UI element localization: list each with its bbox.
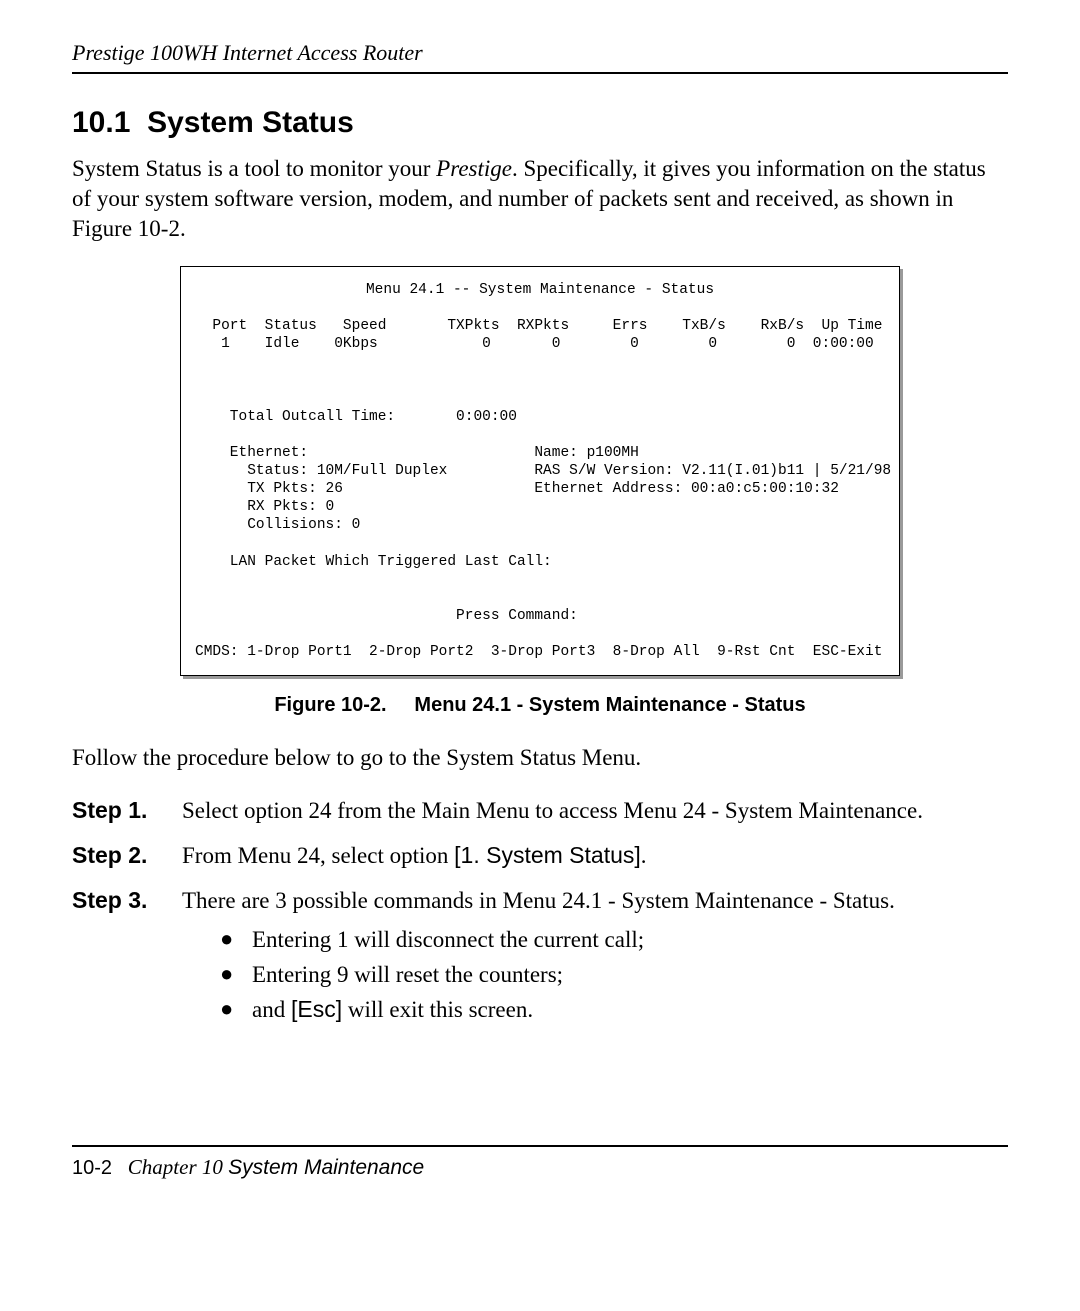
step-2: Step 2. From Menu 24, select option [1. … bbox=[72, 840, 1008, 871]
running-header: Prestige 100WH Internet Access Router bbox=[72, 40, 1008, 66]
key-label: [Esc] bbox=[291, 996, 342, 1022]
section-title: System Status bbox=[147, 106, 354, 139]
footer: 10-2 Chapter 10 System Maintenance bbox=[72, 1155, 1008, 1180]
step-label: Step 1. bbox=[72, 795, 182, 826]
figure-title: Menu 24.1 - System Maintenance - Status bbox=[414, 694, 805, 716]
figure-caption: Figure 10-2. Menu 24.1 - System Maintena… bbox=[72, 694, 1008, 717]
page-number: 10-2 bbox=[72, 1157, 112, 1179]
page: Prestige 100WH Internet Access Router 10… bbox=[0, 0, 1080, 1311]
chapter-title: System Maintenance bbox=[228, 1156, 424, 1179]
bullet-item: Entering 9 will reset the counters; bbox=[202, 959, 1008, 990]
step-body: From Menu 24, select option [1. System S… bbox=[182, 840, 1008, 871]
step-3-bullets: Entering 1 will disconnect the current c… bbox=[202, 924, 1008, 1025]
section-heading: 10.1 System Status bbox=[72, 106, 1008, 140]
terminal-columns: Port Status Speed TXPkts RXPkts Errs TxB… bbox=[195, 318, 882, 334]
step-label: Step 3. bbox=[72, 885, 182, 916]
terminal-eth-rx: RX Pkts: 0 bbox=[195, 499, 334, 515]
follow-text: Follow the procedure below to go to the … bbox=[72, 743, 1008, 773]
terminal-eth-tx: TX Pkts: 26 Ethernet Address: 00:a0:c5:0… bbox=[195, 481, 839, 497]
step-3: Step 3. There are 3 possible commands in… bbox=[72, 885, 1008, 916]
terminal-press-cmd: Press Command: bbox=[195, 608, 578, 624]
section-number: 10.1 bbox=[72, 106, 130, 139]
step-body: There are 3 possible commands in Menu 24… bbox=[182, 885, 1008, 916]
step-label: Step 2. bbox=[72, 840, 182, 871]
bullet-item: and [Esc] will exit this screen. bbox=[202, 994, 1008, 1025]
terminal-lan-packet: LAN Packet Which Triggered Last Call: bbox=[195, 554, 552, 570]
intro-paragraph: System Status is a tool to monitor your … bbox=[72, 154, 1008, 244]
footer-rule bbox=[72, 1145, 1008, 1147]
steps-list: Step 1. Select option 24 from the Main M… bbox=[72, 795, 1008, 1025]
terminal-eth-header: Ethernet: Name: p100MH bbox=[195, 445, 639, 461]
terminal-eth-status: Status: 10M/Full Duplex RAS S/W Version:… bbox=[195, 463, 891, 479]
option-label: [1. System Status] bbox=[454, 842, 641, 868]
product-name: Prestige bbox=[436, 156, 512, 181]
header-rule bbox=[72, 72, 1008, 74]
bullet-item: Entering 1 will disconnect the current c… bbox=[202, 924, 1008, 955]
terminal-outcall: Total Outcall Time: 0:00:00 bbox=[195, 409, 517, 425]
figure-label: Figure 10-2. bbox=[274, 694, 386, 716]
terminal-row: 1 Idle 0Kbps 0 0 0 0 0 0:00:00 bbox=[195, 336, 874, 352]
terminal-eth-coll: Collisions: 0 bbox=[195, 517, 360, 533]
step-body: Select option 24 from the Main Menu to a… bbox=[182, 795, 1008, 826]
chapter-label: Chapter 10 bbox=[128, 1155, 223, 1179]
terminal-figure: Menu 24.1 -- System Maintenance - Status… bbox=[180, 266, 900, 677]
step-1: Step 1. Select option 24 from the Main M… bbox=[72, 795, 1008, 826]
terminal-cmds: CMDS: 1-Drop Port1 2-Drop Port2 3-Drop P… bbox=[195, 644, 882, 660]
terminal-title: Menu 24.1 -- System Maintenance - Status bbox=[195, 281, 885, 299]
